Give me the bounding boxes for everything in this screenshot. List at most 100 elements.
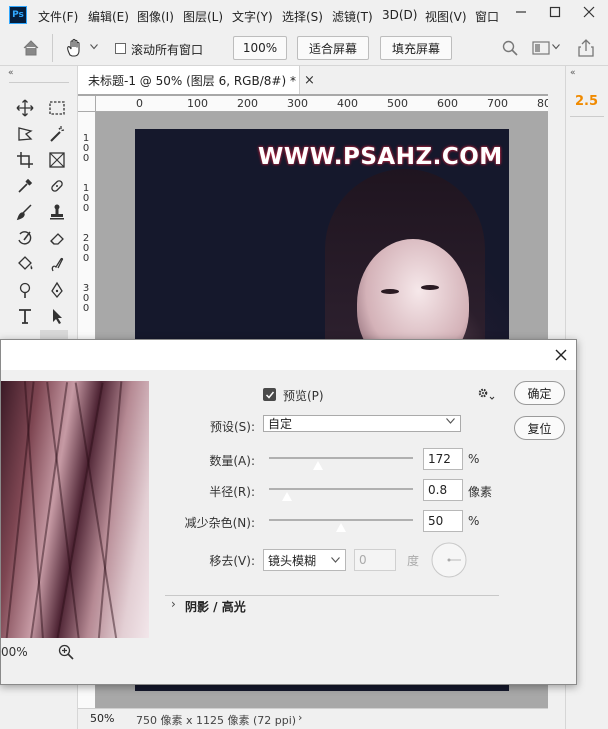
maximize-icon[interactable] bbox=[538, 0, 572, 24]
eye-left bbox=[381, 289, 399, 294]
menu-3d[interactable]: 3D(D) bbox=[382, 8, 417, 22]
zoom-in-icon[interactable] bbox=[58, 644, 74, 660]
remove-label: 移去(V): bbox=[209, 554, 255, 568]
radius-unit: 像素 bbox=[468, 485, 493, 499]
history-brush-tool-icon[interactable] bbox=[13, 226, 37, 250]
chevron-down-icon bbox=[446, 418, 455, 424]
scroll-all-label: 滚动所有窗口 bbox=[131, 43, 204, 57]
smart-sharpen-dialog: 00% 预览(P) 确定 复位 预设(S): 自定 数量(A): 172 % 半… bbox=[0, 339, 577, 685]
shadow-highlight-section[interactable]: 阴影 / 高光 bbox=[185, 598, 246, 615]
status-chevron-icon[interactable]: › bbox=[298, 711, 302, 724]
photoshop-logo: Ps bbox=[9, 6, 27, 24]
preview-label: 预览(P) bbox=[283, 389, 324, 403]
brush-tool-icon[interactable] bbox=[13, 200, 37, 224]
ruler-label: 400 bbox=[337, 97, 358, 110]
noise-slider-thumb[interactable] bbox=[335, 522, 347, 533]
close-window-icon[interactable] bbox=[572, 0, 606, 24]
menu-view[interactable]: 视图(V) bbox=[425, 8, 467, 25]
preview-checkbox[interactable] bbox=[263, 388, 276, 401]
radius-input[interactable]: 0.8 bbox=[423, 479, 463, 501]
status-zoom[interactable]: 50% bbox=[90, 712, 114, 725]
remove-value: 镜头模糊 bbox=[268, 553, 317, 568]
magic-wand-tool-icon[interactable] bbox=[45, 122, 69, 146]
radius-slider-thumb[interactable] bbox=[281, 491, 293, 502]
eyedropper-tool-icon[interactable] bbox=[13, 174, 37, 198]
amount-slider-track[interactable] bbox=[269, 457, 413, 459]
angle-dial[interactable] bbox=[431, 542, 467, 578]
collapse-icon[interactable]: « bbox=[570, 68, 576, 78]
ruler-corner bbox=[78, 96, 96, 112]
ok-button[interactable]: 确定 bbox=[514, 381, 565, 405]
ruler-label: 80 bbox=[537, 97, 548, 110]
scroll-all-checkbox[interactable] bbox=[115, 43, 126, 54]
close-tab-icon[interactable]: × bbox=[304, 73, 315, 88]
menu-layer[interactable]: 图层(L) bbox=[183, 8, 223, 25]
noise-input[interactable]: 50 bbox=[423, 510, 463, 532]
filter-preview[interactable] bbox=[1, 381, 149, 638]
search-icon[interactable] bbox=[502, 40, 518, 56]
chevron-down-icon bbox=[331, 557, 340, 563]
amount-unit: % bbox=[468, 452, 480, 466]
menu-select[interactable]: 选择(S) bbox=[282, 8, 323, 25]
noise-label: 减少杂色(N): bbox=[184, 516, 255, 530]
amount-slider-thumb[interactable] bbox=[312, 460, 324, 471]
radius-slider-track[interactable] bbox=[269, 488, 413, 490]
ruler-label: 100 bbox=[187, 97, 208, 110]
watermark-text: WWW.PSAHZ.COM bbox=[258, 144, 503, 170]
chevron-right-icon[interactable]: › bbox=[171, 597, 176, 611]
menu-window[interactable]: 窗口 bbox=[475, 8, 499, 25]
menu-image[interactable]: 图像(I) bbox=[137, 8, 174, 25]
eraser-tool-icon[interactable] bbox=[45, 226, 69, 250]
move-tool-icon[interactable] bbox=[13, 96, 37, 120]
status-bar: 50% 750 像素 x 1125 像素 (72 ppi) › bbox=[78, 708, 548, 729]
remove-select[interactable]: 镜头模糊 bbox=[263, 549, 346, 571]
noise-slider-track[interactable] bbox=[269, 519, 413, 521]
fill-screen-button[interactable]: 填充屏幕 bbox=[380, 36, 452, 60]
menu-edit[interactable]: 编辑(E) bbox=[88, 8, 129, 25]
crop-tool-icon[interactable] bbox=[13, 148, 37, 172]
panel-value[interactable]: 2.5 bbox=[575, 94, 598, 109]
document-title: 未标题-1 @ 50% (图层 6, RGB/8#) * bbox=[88, 73, 296, 88]
close-icon[interactable] bbox=[551, 345, 571, 365]
preview-zoom: 00% bbox=[1, 645, 28, 659]
clone-stamp-tool-icon[interactable] bbox=[45, 200, 69, 224]
lasso-tool-icon[interactable] bbox=[13, 122, 37, 146]
type-tool-icon[interactable] bbox=[13, 304, 37, 328]
dodge-tool-icon[interactable] bbox=[13, 278, 37, 302]
preset-select[interactable]: 自定 bbox=[263, 415, 461, 432]
healing-brush-tool-icon[interactable] bbox=[45, 174, 69, 198]
zoom-field[interactable]: 100% bbox=[233, 36, 287, 60]
collapse-icon[interactable]: « bbox=[8, 68, 14, 78]
pen-tool-icon[interactable] bbox=[45, 278, 69, 302]
menu-type[interactable]: 文字(Y) bbox=[232, 8, 273, 25]
dialog-titlebar bbox=[1, 340, 576, 370]
reset-button[interactable]: 复位 bbox=[514, 416, 565, 440]
ruler-label: 200 bbox=[237, 97, 258, 110]
ruler-label: 2 0 0 bbox=[82, 233, 90, 264]
fit-screen-button[interactable]: 适合屏幕 bbox=[297, 36, 369, 60]
document-tab[interactable]: 未标题-1 @ 50% (图层 6, RGB/8#) * × bbox=[78, 66, 315, 94]
frame-tool-icon[interactable] bbox=[45, 148, 69, 172]
ruler-label: 600 bbox=[437, 97, 458, 110]
hand-tool-icon[interactable] bbox=[64, 37, 86, 59]
amount-input[interactable]: 172 bbox=[423, 448, 463, 470]
minimize-icon[interactable] bbox=[504, 0, 538, 24]
eye-right bbox=[421, 285, 439, 290]
smudge-tool-icon[interactable] bbox=[45, 252, 69, 276]
menu-filter[interactable]: 滤镜(T) bbox=[332, 8, 373, 25]
chevron-down-icon[interactable] bbox=[90, 44, 98, 50]
share-icon[interactable] bbox=[578, 39, 594, 57]
home-icon[interactable] bbox=[22, 39, 40, 57]
workspace-icon[interactable] bbox=[532, 40, 550, 56]
workspace-chevron-icon[interactable] bbox=[552, 44, 560, 50]
gear-icon[interactable] bbox=[477, 387, 495, 401]
angle-input[interactable]: 0 bbox=[354, 549, 396, 571]
menu-file[interactable]: 文件(F) bbox=[38, 8, 78, 25]
angle-unit: 度 bbox=[407, 554, 420, 568]
marquee-tool-icon[interactable] bbox=[45, 96, 69, 120]
radius-label: 半径(R): bbox=[209, 485, 255, 499]
divider bbox=[9, 82, 69, 83]
ruler-label: 1 0 0 bbox=[82, 133, 90, 164]
path-selection-tool-icon[interactable] bbox=[45, 304, 69, 328]
paint-bucket-tool-icon[interactable] bbox=[13, 252, 37, 276]
